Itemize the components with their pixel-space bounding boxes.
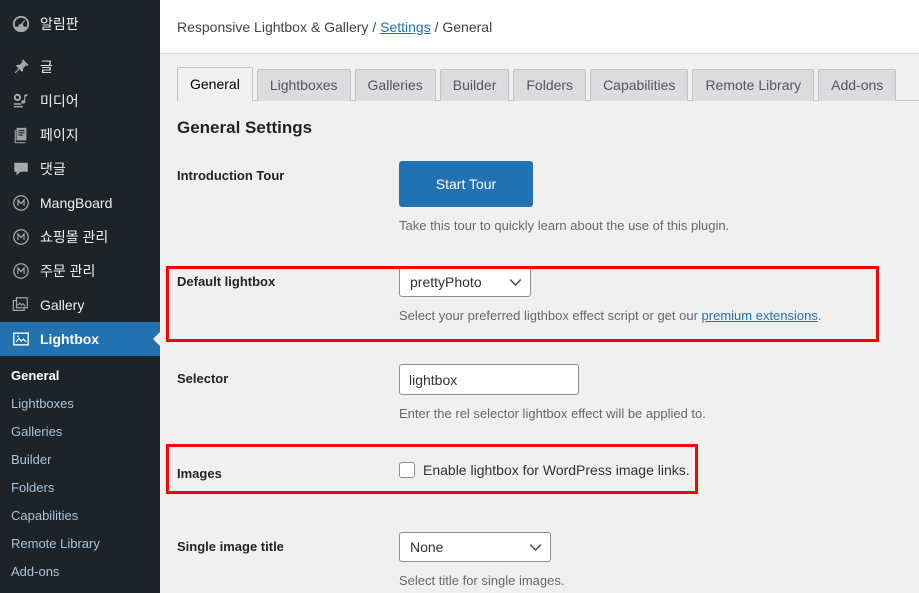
tab-galleries[interactable]: Galleries (354, 69, 436, 101)
single-image-title-description: Select title for single images. (399, 573, 565, 589)
selector-description: Enter the rel selector lightbox effect w… (399, 406, 706, 422)
chevron-down-icon (529, 543, 542, 552)
sidebar-item-shop-admin[interactable]: 쇼핑몰 관리 (0, 220, 160, 254)
settings-content: General Settings Introduction Tour Start… (160, 101, 919, 593)
sidebar-item-label: 페이지 (40, 126, 79, 143)
sidebar-item-media[interactable]: 미디어 (0, 84, 160, 118)
pages-icon (11, 125, 31, 145)
sidebar-item-label: 쇼핑몰 관리 (40, 228, 109, 245)
default-lightbox-desc-prefix: Select your preferred ligthbox effect sc… (399, 308, 702, 324)
media-icon (11, 91, 31, 111)
selector-field: Enter the rel selector lightbox effect w… (397, 364, 919, 424)
setting-row-single-image-title: Single image title None Select title for… (177, 519, 919, 593)
setting-row-selector: Selector Enter the rel selector lightbox… (177, 352, 919, 450)
page-title: General Settings (177, 118, 313, 137)
admin-sidebar: 알림판 글 미디어 페이지 댓글 MangBoard 쇼핑몰 관리 주문 관리 … (0, 0, 160, 593)
lightbox-icon (11, 329, 31, 349)
sidebar-item-label: 댓글 (40, 160, 66, 177)
sidebar-item-dashboard[interactable]: 알림판 (0, 7, 160, 41)
sidebar-item-posts[interactable]: 글 (0, 50, 160, 84)
breadcrumb-separator-1: / (368, 18, 381, 35)
settings-tab-bar: General Lightboxes Galleries Builder Fol… (160, 54, 919, 101)
start-tour-button[interactable]: Start Tour (399, 161, 533, 208)
pin-icon (11, 57, 31, 77)
tab-folders[interactable]: Folders (513, 69, 587, 101)
breadcrumb-separator-2: / (430, 18, 443, 35)
sidebar-subitem-builder[interactable]: Builder (0, 446, 160, 474)
breadcrumb-plugin-name: Responsive Lightbox & Gallery (177, 18, 369, 35)
introduction-tour-label: Introduction Tour (177, 168, 285, 184)
tab-capabilities[interactable]: Capabilities (590, 69, 689, 101)
introduction-tour-field: Start Tour Take this tour to quickly lea… (397, 161, 919, 236)
comments-icon (11, 159, 31, 179)
sidebar-item-comments[interactable]: 댓글 (0, 152, 160, 186)
tab-builder[interactable]: Builder (439, 69, 510, 101)
introduction-tour-description: Take this tour to quickly learn about th… (399, 218, 730, 234)
tab-remote-library[interactable]: Remote Library (692, 69, 815, 101)
sidebar-subitem-general[interactable]: General (0, 362, 160, 390)
admin-screen: 알림판 글 미디어 페이지 댓글 MangBoard 쇼핑몰 관리 주문 관리 … (0, 0, 919, 593)
sidebar-item-label: 미디어 (40, 92, 79, 109)
default-lightbox-selected-value: prettyPhoto (410, 274, 482, 291)
sidebar-item-pages[interactable]: 페이지 (0, 118, 160, 152)
breadcrumb-settings-link[interactable]: Settings (380, 19, 431, 35)
selector-input[interactable] (399, 364, 579, 396)
sidebar-item-label: MangBoard (40, 194, 113, 211)
topbar: Responsive Lightbox & Gallery / Settings… (160, 0, 919, 54)
circle-m-icon (11, 227, 31, 247)
tab-general[interactable]: General (177, 67, 253, 101)
gallery-icon (11, 295, 31, 315)
main-area: Responsive Lightbox & Gallery / Settings… (160, 0, 919, 593)
images-label: Images (177, 466, 222, 482)
single-image-title-label: Single image title (177, 539, 284, 555)
images-field: Enable lightbox for WordPress image link… (397, 459, 919, 479)
sidebar-submenu: General Lightboxes Galleries Builder Fol… (0, 356, 160, 593)
tab-lightboxes[interactable]: Lightboxes (256, 69, 351, 101)
single-image-title-field: None Select title for single images. (397, 532, 919, 591)
sidebar-subitem-lightboxes[interactable]: Lightboxes (0, 390, 160, 418)
enable-lightbox-checkbox-row[interactable]: Enable lightbox for WordPress image link… (399, 459, 919, 479)
sidebar-item-label: 주문 관리 (40, 262, 96, 279)
single-image-title-selected-value: None (410, 539, 444, 556)
sidebar-subitem-add-ons[interactable]: Add-ons (0, 558, 160, 586)
sidebar-item-label: Gallery (40, 296, 85, 313)
premium-extensions-link[interactable]: premium extensions (702, 308, 818, 323)
sidebar-item-label: 알림판 (40, 15, 79, 32)
single-image-title-select[interactable]: None (399, 532, 551, 563)
enable-lightbox-checkbox-label: Enable lightbox for WordPress image link… (423, 462, 690, 479)
sidebar-item-order-admin[interactable]: 주문 관리 (0, 254, 160, 288)
breadcrumb: Responsive Lightbox & Gallery / Settings… (177, 19, 492, 35)
selector-label: Selector (177, 371, 229, 387)
circle-m-icon (11, 193, 31, 213)
tab-add-ons[interactable]: Add-ons (818, 69, 897, 101)
default-lightbox-description: Select your preferred ligthbox effect sc… (399, 306, 919, 326)
sidebar-subitem-capabilities[interactable]: Capabilities (0, 502, 160, 530)
breadcrumb-current: General (442, 18, 493, 35)
default-lightbox-field: prettyPhoto Select your preferred ligthb… (397, 267, 919, 326)
sidebar-item-label: 글 (40, 58, 53, 75)
default-lightbox-desc-suffix: . (817, 308, 822, 324)
sidebar-subitem-remote-library[interactable]: Remote Library (0, 530, 160, 558)
chevron-down-icon (509, 278, 522, 287)
enable-lightbox-checkbox[interactable] (399, 462, 415, 479)
dashboard-icon (11, 14, 31, 34)
sidebar-item-lightbox[interactable]: Lightbox (0, 322, 160, 356)
default-lightbox-select[interactable]: prettyPhoto (399, 267, 531, 298)
sidebar-item-label: Lightbox (40, 330, 100, 347)
circle-m-icon (11, 261, 31, 281)
sidebar-item-gallery[interactable]: Gallery (0, 288, 160, 322)
sidebar-item-mangboard[interactable]: MangBoard (0, 186, 160, 220)
setting-row-images: Images Enable lightbox for WordPress ima… (177, 450, 919, 519)
default-lightbox-label: Default lightbox (177, 274, 276, 290)
setting-row-introduction-tour: Introduction Tour Start Tour Take this t… (177, 161, 919, 249)
sidebar-subitem-folders[interactable]: Folders (0, 474, 160, 502)
setting-row-default-lightbox: Default lightbox prettyPhoto Select your… (177, 249, 919, 352)
sidebar-subitem-galleries[interactable]: Galleries (0, 418, 160, 446)
